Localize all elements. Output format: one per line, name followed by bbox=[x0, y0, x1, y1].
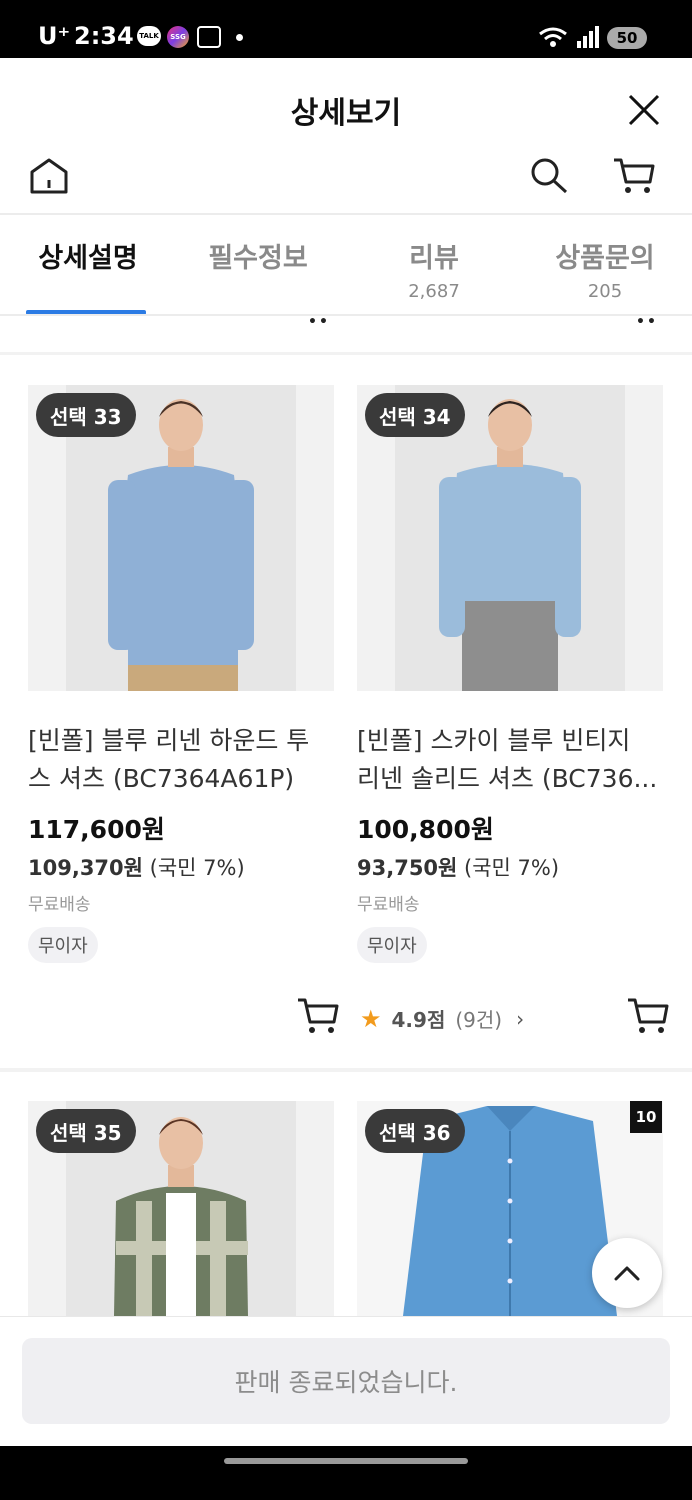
scroll-top-button[interactable] bbox=[592, 1238, 662, 1308]
interest-free-tag: 무이자 bbox=[28, 927, 98, 963]
wifi-icon bbox=[539, 27, 567, 47]
kakaotalk-icon: TALK bbox=[137, 26, 161, 46]
tab-reviews[interactable]: 리뷰 2,687 bbox=[392, 236, 476, 302]
carrier-label: U⁺ bbox=[38, 22, 71, 50]
product-name-line: 스 셔츠 (BC7364A61P) bbox=[28, 764, 295, 793]
rating-summary[interactable]: ★ 4.9점 (9건) › bbox=[360, 1004, 524, 1033]
discount-price-note: (국민 7%) bbox=[142, 856, 245, 880]
tab-count: 2,687 bbox=[408, 281, 460, 302]
ssg-icon: SSG bbox=[167, 26, 189, 48]
tab-required-info[interactable]: 필수정보 bbox=[204, 236, 312, 275]
sold-out-button[interactable]: 판매 종료되었습니다. bbox=[22, 1338, 670, 1424]
home-icon[interactable] bbox=[28, 156, 70, 196]
rating-score: 4.9점 bbox=[391, 1008, 446, 1032]
chevron-up-icon bbox=[614, 1266, 640, 1281]
home-gesture-handle[interactable] bbox=[224, 1458, 468, 1464]
cart-icon[interactable] bbox=[626, 996, 670, 1036]
star-icon: ★ bbox=[360, 1004, 382, 1033]
page-title: 상세보기 bbox=[290, 96, 402, 131]
shipping-label: 무료배송 bbox=[357, 895, 420, 915]
product-name-line: 리넨 솔리드 셔츠 (BC736... bbox=[357, 764, 658, 793]
battery-icon: 50 bbox=[607, 27, 647, 49]
discount-price-value: 93,750원 bbox=[357, 856, 458, 880]
cart-icon[interactable] bbox=[612, 156, 656, 196]
divider bbox=[0, 352, 692, 355]
tab-detail[interactable]: 상세설명 bbox=[34, 236, 142, 275]
divider bbox=[0, 213, 692, 215]
divider bbox=[0, 1068, 692, 1072]
tab-qna[interactable]: 상품문의 205 bbox=[550, 236, 660, 302]
system-nav-bar bbox=[0, 1446, 692, 1500]
ten-corner-badge: 10 bbox=[630, 1101, 662, 1133]
product-price: 100,800원 bbox=[357, 815, 494, 844]
cart-icon[interactable] bbox=[296, 996, 340, 1036]
selection-badge: 선택 33 bbox=[36, 393, 136, 437]
notification-dot-icon bbox=[236, 34, 243, 41]
product-name-line: [빈폴] 스카이 블루 빈티지 bbox=[357, 726, 631, 755]
tab-label: 필수정보 bbox=[208, 243, 308, 274]
tab-label: 상품문의 bbox=[555, 243, 655, 274]
discount-price-note: (국민 7%) bbox=[457, 856, 560, 880]
screen: U⁺ 2:34 TALK SSG 50 상세보기 상세설명 필수정보 리뷰 2,… bbox=[0, 0, 692, 1500]
interest-free-tag: 무이자 bbox=[357, 927, 427, 963]
more-dots-icon: •• bbox=[636, 314, 658, 330]
selection-badge: 선택 34 bbox=[365, 393, 465, 437]
search-icon[interactable] bbox=[528, 156, 570, 196]
status-bar: U⁺ 2:34 TALK SSG 50 bbox=[0, 0, 692, 58]
signal-icon bbox=[577, 26, 599, 48]
tab-label: 상세설명 bbox=[38, 243, 138, 274]
product-name-line: [빈폴] 블루 리넨 하운드 투 bbox=[28, 726, 310, 755]
card-discount-price: 93,750원 (국민 7%) bbox=[357, 852, 559, 882]
product-image[interactable]: 선택 34 bbox=[357, 385, 663, 691]
screenshot-icon bbox=[197, 26, 221, 48]
tab-count: 205 bbox=[587, 281, 623, 302]
chevron-right-icon: › bbox=[516, 1006, 525, 1031]
selection-badge: 선택 35 bbox=[36, 1109, 136, 1153]
tab-label: 리뷰 bbox=[409, 243, 459, 274]
product-name[interactable]: [빈폴] 블루 리넨 하운드 투 스 셔츠 (BC7364A61P) bbox=[28, 722, 334, 798]
product-price: 117,600원 bbox=[28, 815, 165, 844]
rating-count: (9건) bbox=[455, 1008, 503, 1032]
card-discount-price: 109,370원 (국민 7%) bbox=[28, 852, 245, 882]
product-name[interactable]: [빈폴] 스카이 블루 빈티지 리넨 솔리드 셔츠 (BC736... bbox=[357, 722, 663, 798]
discount-price-value: 109,370원 bbox=[28, 856, 143, 880]
product-image[interactable]: 선택 35 bbox=[28, 1101, 334, 1316]
divider bbox=[0, 314, 692, 316]
shipping-label: 무료배송 bbox=[28, 895, 91, 915]
clock: 2:34 bbox=[74, 22, 134, 50]
close-icon[interactable] bbox=[626, 92, 662, 128]
product-image[interactable]: 선택 33 bbox=[28, 385, 334, 691]
more-dots-icon: •• bbox=[308, 314, 330, 330]
selection-badge: 선택 36 bbox=[365, 1109, 465, 1153]
